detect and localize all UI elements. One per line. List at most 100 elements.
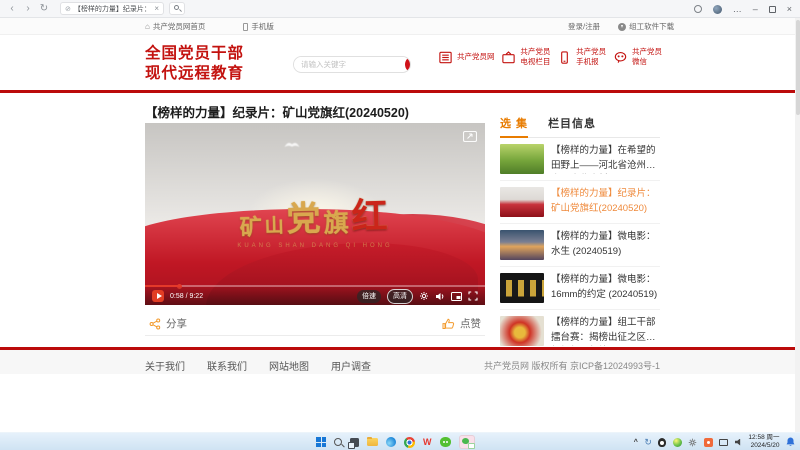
start-button[interactable] — [316, 437, 326, 447]
episode-list-item[interactable]: 【榜样的力量】微电影：16mm的约定 (20240519) — [500, 267, 660, 310]
task-view-icon[interactable] — [350, 438, 359, 447]
like-button[interactable]: 点赞 — [442, 316, 481, 331]
qq-tray-icon[interactable] — [658, 438, 666, 447]
hidden-icons-chevron[interactable]: ^ — [634, 439, 638, 446]
title-char: 旗 — [323, 210, 352, 238]
browser-menu-icon[interactable]: … — [733, 0, 742, 18]
new-tab-search-button[interactable] — [169, 2, 185, 15]
search-icon — [174, 5, 179, 10]
site-logo[interactable]: 全国党员干部 现代远程教育 — [145, 44, 244, 84]
logo-line-1: 全国党员干部 — [145, 44, 244, 64]
picture-in-picture-icon[interactable] — [451, 292, 462, 301]
episode-list-item[interactable]: 【榜样的力量】微电影：水生 (20240519) — [500, 224, 660, 267]
link-wechat[interactable]: 共产党员微信 — [613, 47, 662, 67]
wps-icon[interactable]: W — [423, 438, 432, 447]
phone-icon — [243, 23, 248, 31]
footer-link-sitemap[interactable]: 网站地图 — [269, 358, 309, 373]
footer-link-contact[interactable]: 联系我们 — [207, 358, 247, 373]
episode-thumbnail — [500, 316, 544, 346]
settings-gear-icon[interactable] — [419, 291, 429, 301]
back-icon[interactable]: ‹ — [4, 0, 20, 18]
tab-episodes[interactable]: 选 集 — [500, 115, 528, 131]
like-label: 点赞 — [460, 316, 481, 331]
profile-icon[interactable] — [694, 5, 702, 13]
video-player[interactable]: 矿山党旗红 KUANG SHAN DANG QI HONG 0:58 / 9:2… — [145, 123, 485, 305]
wechat-app-icon[interactable] — [440, 437, 451, 447]
main-content: 【榜样的力量】纪录片：矿山党旗红(20240520) 矿山党旗红 KUANG S… — [0, 93, 800, 347]
browser-avatar[interactable] — [713, 5, 722, 14]
refresh-icon[interactable]: ↻ — [36, 0, 52, 18]
browser-app-icon[interactable] — [386, 437, 396, 447]
forward-icon[interactable]: › — [20, 0, 36, 18]
home-icon: ⌂ — [145, 22, 150, 31]
title-char: 矿 — [239, 214, 265, 240]
volume-icon[interactable] — [435, 292, 445, 301]
logo-line-2: 现代远程教育 — [145, 64, 244, 84]
active-app-icon[interactable] — [459, 435, 475, 449]
site-home-link[interactable]: ⌂ 共产党员网首页 — [145, 21, 205, 32]
tab-column-info[interactable]: 栏目信息 — [548, 115, 596, 131]
scrollbar-thumb[interactable] — [796, 20, 800, 115]
minimize-icon[interactable]: – — [753, 0, 758, 18]
episode-list-item-current[interactable]: 【榜样的力量】纪录片：矿山党旗红(20240520) — [500, 181, 660, 224]
title-char: 山 — [265, 215, 288, 237]
quality-button[interactable]: 高清 — [387, 289, 413, 304]
orange-app-tray-icon[interactable] — [704, 438, 713, 447]
tab-close-icon[interactable]: × — [154, 4, 159, 13]
tv-icon — [501, 50, 516, 65]
site-header: 全国党员干部 现代远程教育 共产党员网 共产党员电视栏目 共产党员手机报 共产党… — [0, 35, 800, 90]
header-links: 共产党员网 共产党员电视栏目 共产党员手机报 共产党员微信 — [438, 47, 662, 67]
footer-link-survey[interactable]: 用户调查 — [331, 358, 371, 373]
display-tray-icon[interactable] — [719, 439, 728, 446]
link-label: 微信 — [632, 57, 662, 67]
maximize-icon[interactable] — [769, 6, 776, 13]
scrollbar[interactable] — [795, 18, 800, 432]
footer-links: 关于我们 联系我们 网站地图 用户调查 — [145, 358, 371, 373]
share-button[interactable]: 分享 — [149, 316, 187, 331]
mobile-version-link[interactable]: 手机版 — [243, 21, 274, 32]
utility-bar: ⌂ 共产党员网首页 手机版 登录/注册 组工软件下载 — [0, 18, 800, 35]
browser-chrome: ‹ › ↻ ⊘ 【榜样的力量】纪录片：矿山… × … – × — [0, 0, 800, 18]
cast-icon[interactable] — [463, 129, 477, 147]
playback-speed-button[interactable]: 倍速 — [357, 290, 381, 303]
link-mobile-paper[interactable]: 共产党员手机报 — [557, 47, 606, 67]
login-register-link[interactable]: 登录/注册 — [568, 21, 600, 32]
screen: ‹ › ↻ ⊘ 【榜样的力量】纪录片：矿山… × … – × ⌂ 共产党员网首页 — [0, 0, 800, 450]
search-button[interactable] — [405, 56, 411, 73]
play-button[interactable] — [152, 290, 164, 302]
episode-title: 【榜样的力量】纪录片：矿山党旗红(20240520) — [551, 187, 660, 217]
episode-list-item[interactable]: 【榜样的力量】在希望的田野上——河北省沧州市青县农业农村… — [500, 138, 660, 181]
software-download-link[interactable]: 组工软件下载 — [618, 21, 674, 32]
mobile-label: 手机版 — [251, 21, 274, 32]
sidebar-tabs: 选 集 栏目信息 — [500, 115, 660, 138]
taskbar: W ^ ↻ 12:58 周一 2024/5/20 — [0, 432, 800, 450]
file-explorer-icon[interactable] — [367, 438, 378, 446]
link-label: 共产党员 — [520, 47, 550, 57]
chrome-icon[interactable] — [404, 437, 415, 448]
episode-title: 【榜样的力量】微电影：水生 (20240519) — [551, 230, 660, 260]
settings-tray-icon[interactable] — [688, 438, 697, 447]
system-tray: ^ ↻ 12:58 周一 2024/5/20 — [634, 433, 795, 450]
taskbar-search-icon[interactable] — [334, 438, 342, 446]
video-overlay-title: 矿山党旗红 — [145, 184, 485, 245]
close-window-icon[interactable]: × — [787, 0, 792, 18]
notification-bell-icon[interactable] — [786, 437, 795, 447]
episode-title: 【榜样的力量】组工干部擂台赛：揭榜出征之区委组织部干部综… — [551, 316, 660, 346]
sync-tray-icon[interactable]: ↻ — [644, 438, 652, 447]
link-tv-channel[interactable]: 共产党员电视栏目 — [501, 47, 550, 67]
taskbar-clock[interactable]: 12:58 周一 2024/5/20 — [748, 434, 779, 450]
fullscreen-icon[interactable] — [468, 291, 478, 301]
title-char: 党 — [286, 200, 324, 238]
app-ball-tray-icon[interactable] — [673, 438, 682, 447]
footer-link-about[interactable]: 关于我们 — [145, 358, 185, 373]
browser-tab[interactable]: ⊘ 【榜样的力量】纪录片：矿山… × — [60, 2, 164, 15]
link-party-website[interactable]: 共产党员网 — [438, 47, 495, 67]
tab-title: 【榜样的力量】纪录片：矿山… — [74, 4, 151, 14]
volume-tray-icon[interactable] — [735, 439, 742, 446]
episode-list-item[interactable]: 【榜样的力量】组工干部擂台赛：揭榜出征之区委组织部干部综… — [500, 310, 660, 347]
search-input[interactable] — [294, 57, 405, 72]
taskbar-apps: W — [316, 433, 475, 450]
share-icon — [149, 318, 161, 330]
window-controls: … – × — [694, 0, 792, 18]
video-time: 0:58 / 9:22 — [170, 293, 203, 300]
